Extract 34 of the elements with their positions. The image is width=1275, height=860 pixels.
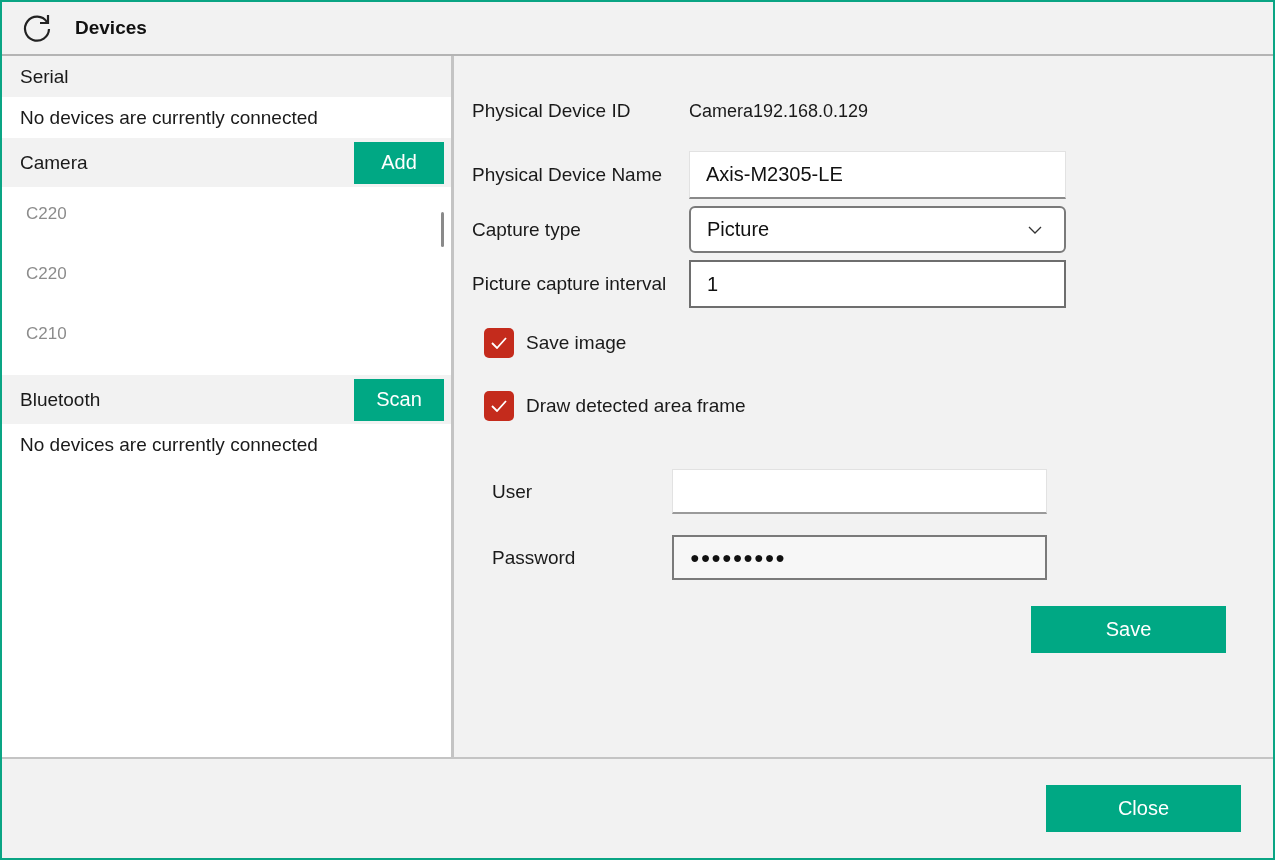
- refresh-icon[interactable]: [21, 12, 53, 44]
- device-name-field[interactable]: Axis-M2305-LE: [689, 151, 1066, 199]
- field-label: Physical Device ID: [472, 100, 632, 122]
- capture-type-dropdown[interactable]: Picture: [689, 206, 1066, 253]
- scan-button[interactable]: Scan: [354, 378, 444, 421]
- checkbox-label: Draw detected area frame: [526, 395, 746, 417]
- field-label: Picture capture interval: [472, 273, 668, 295]
- close-button[interactable]: Close: [1046, 785, 1241, 832]
- save-button[interactable]: Save: [1031, 606, 1226, 653]
- checkbox-label: Save image: [526, 332, 627, 354]
- field-label: Capture type: [472, 218, 582, 241]
- user-field[interactable]: [672, 469, 1047, 514]
- field-label: Physical Device Name: [472, 164, 664, 186]
- field-label: User: [492, 480, 534, 503]
- window-title: Devices: [75, 17, 147, 39]
- device-list-item[interactable]: C210: [26, 324, 451, 344]
- checkbox[interactable]: [484, 328, 514, 358]
- section-title: Serial: [20, 65, 69, 88]
- password-field[interactable]: ●●●●●●●●●: [672, 535, 1047, 580]
- device-list-item[interactable]: C220: [26, 204, 451, 224]
- chevron-down-icon: [1028, 225, 1042, 234]
- checkmark-icon: [491, 337, 507, 349]
- section-title: Bluetooth: [20, 388, 101, 411]
- empty-message: No devices are currently connected: [19, 105, 319, 130]
- section-title: Camera: [20, 151, 88, 174]
- add-button[interactable]: Add: [354, 141, 444, 184]
- device-id-value: Camera192.168.0.129: [689, 100, 869, 122]
- checkbox[interactable]: [484, 391, 514, 421]
- checkmark-icon: [491, 400, 507, 412]
- scrollbar-thumb[interactable]: [441, 212, 444, 247]
- interval-field[interactable]: 1: [689, 260, 1066, 308]
- field-label: Password: [492, 546, 577, 569]
- device-list-item[interactable]: C220: [26, 264, 451, 284]
- empty-message: No devices are currently connected: [19, 432, 319, 457]
